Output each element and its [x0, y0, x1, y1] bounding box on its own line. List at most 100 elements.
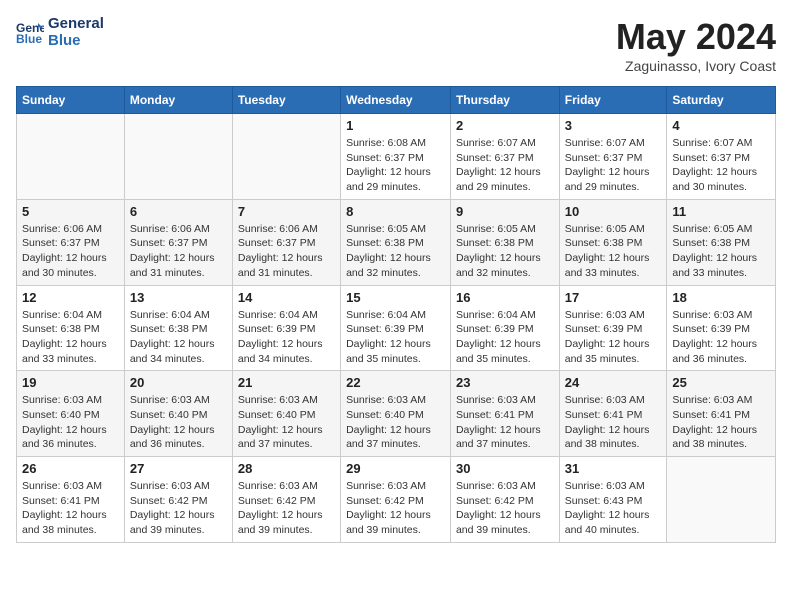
cal-cell: 2Sunrise: 6:07 AM Sunset: 6:37 PM Daylig…: [450, 114, 559, 200]
day-info: Sunrise: 6:04 AM Sunset: 6:39 PM Dayligh…: [456, 308, 554, 367]
day-info: Sunrise: 6:03 AM Sunset: 6:40 PM Dayligh…: [130, 393, 227, 452]
day-number: 11: [672, 204, 770, 219]
day-number: 25: [672, 375, 770, 390]
day-info: Sunrise: 6:03 AM Sunset: 6:40 PM Dayligh…: [22, 393, 119, 452]
day-number: 6: [130, 204, 227, 219]
day-info: Sunrise: 6:03 AM Sunset: 6:41 PM Dayligh…: [456, 393, 554, 452]
day-info: Sunrise: 6:03 AM Sunset: 6:40 PM Dayligh…: [346, 393, 445, 452]
day-number: 18: [672, 290, 770, 305]
day-info: Sunrise: 6:04 AM Sunset: 6:39 PM Dayligh…: [346, 308, 445, 367]
col-header-saturday: Saturday: [667, 87, 776, 114]
cal-cell: 24 Sunrise: 6:03 AM Sunset: 6:41 PM Dayli…: [559, 371, 667, 457]
day-info: Sunrise: 6:04 AM Sunset: 6:38 PM Dayligh…: [130, 308, 227, 367]
week-row-5: 26 Sunrise: 6:03 AM Sunset: 6:41 PM Dayli…: [17, 457, 776, 543]
cal-cell: 8 Sunrise: 6:05 AM Sunset: 6:38 PM Daylig…: [341, 199, 451, 285]
day-info: Sunrise: 6:05 AM Sunset: 6:38 PM Dayligh…: [456, 222, 554, 281]
calendar-subtitle: Zaguinasso, Ivory Coast: [616, 58, 776, 74]
cal-cell: 5Sunrise: 6:06 AM Sunset: 6:37 PM Daylig…: [17, 199, 125, 285]
cal-cell: 21 Sunrise: 6:03 AM Sunset: 6:40 PM Dayli…: [232, 371, 340, 457]
calendar-title: May 2024: [616, 16, 776, 58]
cal-cell: 4 Sunrise: 6:07 AM Sunset: 6:37 PM Daylig…: [667, 114, 776, 200]
calendar-body: 1Sunrise: 6:08 AM Sunset: 6:37 PM Daylig…: [17, 114, 776, 543]
day-info: Sunrise: 6:03 AM Sunset: 6:41 PM Dayligh…: [22, 479, 119, 538]
day-info: Sunrise: 6:03 AM Sunset: 6:41 PM Dayligh…: [565, 393, 662, 452]
cal-cell: [124, 114, 232, 200]
day-number: 19: [22, 375, 119, 390]
logo-icon: General Blue: [16, 19, 44, 47]
day-number: 27: [130, 461, 227, 476]
day-info: Sunrise: 6:03 AM Sunset: 6:40 PM Dayligh…: [238, 393, 335, 452]
day-number: 16: [456, 290, 554, 305]
day-number: 15: [346, 290, 445, 305]
day-number: 31: [565, 461, 662, 476]
col-header-thursday: Thursday: [450, 87, 559, 114]
cal-cell: [232, 114, 340, 200]
day-number: 9: [456, 204, 554, 219]
day-number: 24: [565, 375, 662, 390]
cal-cell: 18 Sunrise: 6:03 AM Sunset: 6:39 PM Dayli…: [667, 285, 776, 371]
day-number: 8: [346, 204, 445, 219]
col-header-friday: Friday: [559, 87, 667, 114]
day-number: 21: [238, 375, 335, 390]
day-info: Sunrise: 6:06 AM Sunset: 6:37 PM Dayligh…: [130, 222, 227, 281]
day-info: Sunrise: 6:03 AM Sunset: 6:41 PM Dayligh…: [672, 393, 770, 452]
day-info: Sunrise: 6:07 AM Sunset: 6:37 PM Dayligh…: [672, 136, 770, 195]
day-number: 30: [456, 461, 554, 476]
day-info: Sunrise: 6:03 AM Sunset: 6:43 PM Dayligh…: [565, 479, 662, 538]
day-number: 28: [238, 461, 335, 476]
col-header-wednesday: Wednesday: [341, 87, 451, 114]
cal-cell: 14 Sunrise: 6:04 AM Sunset: 6:39 PM Dayli…: [232, 285, 340, 371]
header: General Blue General Blue May 2024 Zagui…: [16, 16, 776, 74]
cal-cell: 20 Sunrise: 6:03 AM Sunset: 6:40 PM Dayli…: [124, 371, 232, 457]
cal-cell: [667, 457, 776, 543]
day-info: Sunrise: 6:06 AM Sunset: 6:37 PM Dayligh…: [22, 222, 119, 281]
cal-cell: 19 Sunrise: 6:03 AM Sunset: 6:40 PM Dayli…: [17, 371, 125, 457]
title-area: May 2024 Zaguinasso, Ivory Coast: [616, 16, 776, 74]
day-info: Sunrise: 6:03 AM Sunset: 6:42 PM Dayligh…: [456, 479, 554, 538]
cal-cell: 23 Sunrise: 6:03 AM Sunset: 6:41 PM Dayli…: [450, 371, 559, 457]
cal-cell: 7Sunrise: 6:06 AM Sunset: 6:37 PM Daylig…: [232, 199, 340, 285]
day-info: Sunrise: 6:05 AM Sunset: 6:38 PM Dayligh…: [346, 222, 445, 281]
week-row-4: 19 Sunrise: 6:03 AM Sunset: 6:40 PM Dayli…: [17, 371, 776, 457]
day-info: Sunrise: 6:03 AM Sunset: 6:39 PM Dayligh…: [565, 308, 662, 367]
week-row-1: 1Sunrise: 6:08 AM Sunset: 6:37 PM Daylig…: [17, 114, 776, 200]
cal-cell: 1Sunrise: 6:08 AM Sunset: 6:37 PM Daylig…: [341, 114, 451, 200]
cal-cell: [17, 114, 125, 200]
day-number: 22: [346, 375, 445, 390]
logo-general: General: [48, 16, 104, 33]
cal-cell: 22 Sunrise: 6:03 AM Sunset: 6:40 PM Dayli…: [341, 371, 451, 457]
day-number: 4: [672, 118, 770, 133]
day-number: 20: [130, 375, 227, 390]
col-header-sunday: Sunday: [17, 87, 125, 114]
day-number: 13: [130, 290, 227, 305]
day-number: 26: [22, 461, 119, 476]
day-info: Sunrise: 6:03 AM Sunset: 6:42 PM Dayligh…: [346, 479, 445, 538]
day-info: Sunrise: 6:03 AM Sunset: 6:42 PM Dayligh…: [130, 479, 227, 538]
cal-cell: 29 Sunrise: 6:03 AM Sunset: 6:42 PM Dayli…: [341, 457, 451, 543]
day-number: 29: [346, 461, 445, 476]
day-info: Sunrise: 6:05 AM Sunset: 6:38 PM Dayligh…: [672, 222, 770, 281]
cal-cell: 30 Sunrise: 6:03 AM Sunset: 6:42 PM Dayli…: [450, 457, 559, 543]
day-info: Sunrise: 6:03 AM Sunset: 6:39 PM Dayligh…: [672, 308, 770, 367]
day-info: Sunrise: 6:04 AM Sunset: 6:39 PM Dayligh…: [238, 308, 335, 367]
day-number: 14: [238, 290, 335, 305]
cal-cell: 6 Sunrise: 6:06 AM Sunset: 6:37 PM Daylig…: [124, 199, 232, 285]
day-number: 3: [565, 118, 662, 133]
cal-cell: 9 Sunrise: 6:05 AM Sunset: 6:38 PM Daylig…: [450, 199, 559, 285]
calendar-table: SundayMondayTuesdayWednesdayThursdayFrid…: [16, 86, 776, 543]
day-info: Sunrise: 6:07 AM Sunset: 6:37 PM Dayligh…: [565, 136, 662, 195]
logo: General Blue General Blue: [16, 16, 104, 49]
day-number: 23: [456, 375, 554, 390]
day-info: Sunrise: 6:04 AM Sunset: 6:38 PM Dayligh…: [22, 308, 119, 367]
cal-cell: 10Sunrise: 6:05 AM Sunset: 6:38 PM Dayli…: [559, 199, 667, 285]
header-row: SundayMondayTuesdayWednesdayThursdayFrid…: [17, 87, 776, 114]
day-info: Sunrise: 6:08 AM Sunset: 6:37 PM Dayligh…: [346, 136, 445, 195]
logo-blue: Blue: [48, 33, 104, 50]
cal-cell: 3 Sunrise: 6:07 AM Sunset: 6:37 PM Daylig…: [559, 114, 667, 200]
cal-cell: 13 Sunrise: 6:04 AM Sunset: 6:38 PM Dayli…: [124, 285, 232, 371]
day-info: Sunrise: 6:03 AM Sunset: 6:42 PM Dayligh…: [238, 479, 335, 538]
cal-cell: 11 Sunrise: 6:05 AM Sunset: 6:38 PM Dayli…: [667, 199, 776, 285]
col-header-monday: Monday: [124, 87, 232, 114]
day-number: 10: [565, 204, 662, 219]
cal-cell: 26 Sunrise: 6:03 AM Sunset: 6:41 PM Dayli…: [17, 457, 125, 543]
